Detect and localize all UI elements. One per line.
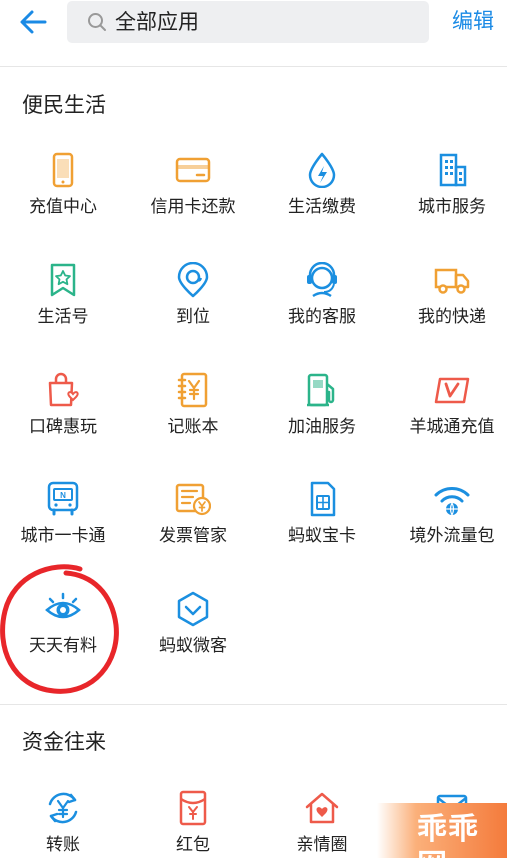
wifi-globe-icon [434,487,470,517]
fuel-pump-icon [307,373,335,407]
app-label: 发票管家 [159,526,227,546]
family-house-icon [305,792,339,824]
app-label: 生活号 [37,307,89,327]
eye-icon [45,592,81,619]
app-label: 蚂蚁微客 [159,636,227,656]
app-label: 充值中心 [29,197,97,217]
app-label: 境外流量包 [409,526,495,546]
v-card-icon [434,377,470,404]
app-label: 信用卡还款 [150,197,236,217]
app-label: 红包 [176,835,210,855]
app-customer-service[interactable]: 我的客服 [259,262,385,372]
edit-button[interactable]: 编辑 [452,8,494,34]
app-koubei[interactable]: 口碑惠玩 [0,372,126,482]
star-bookmark-icon [50,263,76,297]
water-bolt-icon [308,152,336,188]
app-label: 记账本 [167,417,219,437]
section-title-convenience: 便民生活 [22,93,106,117]
app-label: 我的客服 [288,307,356,327]
sim-card-icon [310,481,336,517]
invoice-yen-icon [175,483,211,516]
app-recharge-center[interactable]: 充值中心 [0,152,126,262]
app-label: 我的快递 [418,307,486,327]
app-my-delivery[interactable]: 我的快递 [389,262,507,372]
search-input[interactable]: 全部应用 [67,1,429,43]
app-ant-sim-card[interactable]: 蚂蚁宝卡 [259,481,385,591]
site-watermark: 乖乖网 [377,803,507,858]
divider [0,704,507,705]
app-transfer[interactable]: 转账 [0,790,126,858]
app-daowei[interactable]: 到位 [130,262,256,372]
shield-check-icon [177,591,209,627]
bus-card-icon: N [47,481,79,516]
section-title-fund-transfer: 资金往来 [22,730,106,754]
app-label: 蚂蚁宝卡 [288,526,356,546]
app-label: 城市一卡通 [20,526,106,546]
app-utility-bills[interactable]: 生活缴费 [259,152,385,262]
app-city-services[interactable]: 城市服务 [389,152,507,262]
app-family-circle[interactable]: 亲情圈 [259,790,385,858]
location-pin-icon [177,262,209,298]
app-invoice-manager[interactable]: 发票管家 [130,481,256,591]
search-icon [88,13,106,31]
app-life-account[interactable]: 生活号 [0,262,126,372]
app-account-book[interactable]: 记账本 [130,372,256,482]
building-icon [439,153,467,187]
headset-agent-icon [307,262,337,298]
app-overseas-data[interactable]: 境外流量包 [389,481,507,591]
app-city-card[interactable]: N 城市一卡通 [0,481,126,591]
top-bar: 全部应用 编辑 [0,0,507,44]
app-label: 到位 [176,307,210,327]
app-label: 加油服务 [288,417,356,437]
app-label: 城市服务 [418,197,486,217]
shopping-bag-heart-icon [48,372,79,407]
app-credit-card-repay[interactable]: 信用卡还款 [130,152,256,262]
app-label: 转账 [46,835,80,855]
app-label: 亲情圈 [296,835,348,855]
app-label: 羊城通充值 [409,417,495,437]
search-text: 全部应用 [115,10,199,34]
delivery-truck-icon [434,268,470,294]
app-yangchengtong-recharge[interactable]: 羊城通充值 [389,372,507,482]
app-ant-weike[interactable]: 蚂蚁微客 [130,591,256,701]
app-label: 口碑惠玩 [29,417,97,437]
svg-text:N: N [60,491,66,500]
yen-ledger-icon [177,372,208,408]
app-tiantian-youliao[interactable]: 天天有料 [0,591,126,701]
transfer-yen-icon [48,792,78,824]
back-arrow-icon[interactable] [18,8,48,36]
app-label: 生活缴费 [288,197,356,217]
credit-card-icon [175,157,211,183]
divider [0,66,507,67]
app-fuel-service[interactable]: 加油服务 [259,372,385,482]
red-packet-icon [179,790,207,826]
phone-icon [52,152,74,188]
app-red-packet[interactable]: 红包 [130,790,256,858]
watermark-text: 乖乖网 [417,812,479,858]
app-label: 天天有料 [29,636,97,656]
